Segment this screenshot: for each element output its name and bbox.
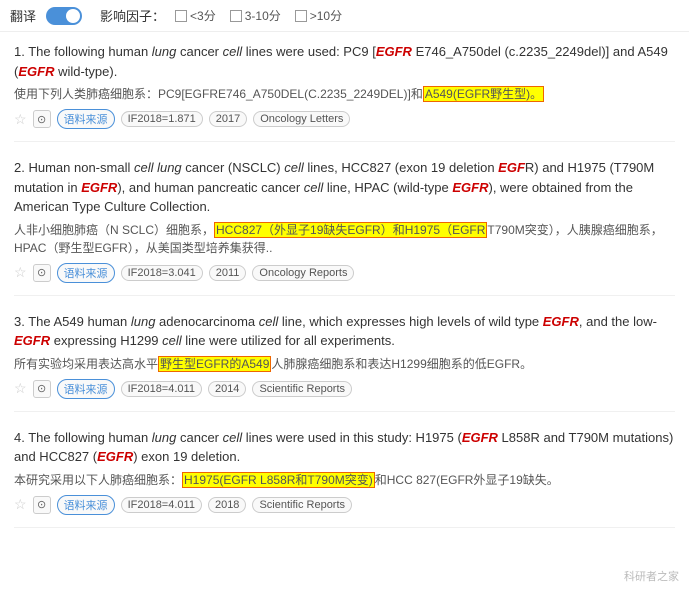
highlight-1: A549(EGFR野生型)。 [423,86,544,102]
result-1-number: 1. [14,44,28,59]
egfr-1a: EGFR [376,44,412,59]
result-1-meta: ☆ ⊙ 语料来源 IF2018=1.871 2017 Oncology Lett… [14,109,675,129]
if-filter-mid[interactable]: 3-10分 [230,7,281,24]
checkbox-mid[interactable] [230,10,242,22]
lung-4: lung [152,430,177,445]
year-tag-3: 2014 [208,381,246,397]
if-filter-group: <3分 3-10分 >10分 [175,7,342,24]
cell-lung-2: cell lung [134,160,182,175]
cell-2: cell [284,160,304,175]
cell-1: cell [223,44,243,59]
result-3-en: 3. The A549 human lung adenocarcinoma ce… [14,312,675,351]
result-1-en: 1. The following human lung cancer cell … [14,42,675,81]
if-tag-4: IF2018=4.011 [121,497,202,513]
result-2-en: 2. Human non-small cell lung cancer (NSC… [14,158,675,217]
cell-2b: cell [304,180,324,195]
cell-3: cell [259,314,279,329]
egfr-1b: EGFR [18,64,54,79]
source-tag-2[interactable]: 语料来源 [57,263,115,283]
cell-4: cell [223,430,243,445]
cell-3b: cell [162,333,182,348]
egfr-3b: EGFR [14,333,50,348]
if-label: 影响因子： [100,6,165,25]
result-3-number: 3. [14,314,28,329]
result-3-cn: 所有实验均采用表达高水平野生型EGFR的A549人肺腺癌细胞系和表达H1299细… [14,355,675,373]
lung-3: lung [131,314,156,329]
copy-btn-4[interactable]: ⊙ [33,496,51,514]
egfr-3a: EGFR [543,314,579,329]
highlight-2: HCC827（外显子19缺失EGFR）和H1975（EGFR [214,222,487,238]
result-3-meta: ☆ ⊙ 语料来源 IF2018=4.011 2014 Scientific Re… [14,379,675,399]
if-tag-3: IF2018=4.011 [121,381,202,397]
if-filter-high[interactable]: >10分 [295,7,342,24]
egfr-4a: EGFR [462,430,498,445]
egfr-2b: EGFR [81,180,117,195]
if-tag-2: IF2018=3.041 [121,265,203,281]
copy-btn-3[interactable]: ⊙ [33,380,51,398]
result-item-3: 3. The A549 human lung adenocarcinoma ce… [14,312,675,412]
checkbox-low[interactable] [175,10,187,22]
source-tag-1[interactable]: 语料来源 [57,109,115,129]
result-item-4: 4. The following human lung cancer cell … [14,428,675,528]
source-tag-3[interactable]: 语料来源 [57,379,115,399]
egfr-2a: EGF [498,160,525,175]
journal-tag-3: Scientific Reports [252,381,352,397]
copy-btn-2[interactable]: ⊙ [33,264,51,282]
star-2[interactable]: ☆ [14,264,27,281]
result-2-cn: 人非小细胞肺癌（N SCLC）细胞系，HCC827（外显子19缺失EGFR）和H… [14,221,675,257]
egfr-4b: EGFR [97,449,133,464]
results-container: 1. The following human lung cancer cell … [0,32,689,554]
year-tag-2: 2011 [209,265,247,281]
year-tag-1: 2017 [209,111,247,127]
star-3[interactable]: ☆ [14,380,27,397]
result-2-number: 2. [14,160,28,175]
result-1-cn: 使用下列人类肺癌细胞系：PC9[EGFRE746_A750DEL(C.2235_… [14,85,675,103]
journal-tag-4: Scientific Reports [252,497,352,513]
result-4-meta: ☆ ⊙ 语料来源 IF2018=4.011 2018 Scientific Re… [14,495,675,515]
if-tag-1: IF2018=1.871 [121,111,203,127]
star-4[interactable]: ☆ [14,496,27,513]
source-tag-4[interactable]: 语料来源 [57,495,115,515]
result-item-2: 2. Human non-small cell lung cancer (NSC… [14,158,675,296]
star-1[interactable]: ☆ [14,111,27,128]
result-4-cn: 本研究采用以下人肺癌细胞系：H1975(EGFR L858R和T790M突变)和… [14,471,675,489]
checkbox-high[interactable] [295,10,307,22]
highlight-4: H1975(EGFR L858R和T790M突变) [182,472,375,488]
egfr-2c: EGFR [452,180,488,195]
result-4-en: 4. The following human lung cancer cell … [14,428,675,467]
highlight-3: 野生型EGFR的A549 [158,356,271,372]
result-4-number: 4. [14,430,28,445]
translate-toggle[interactable] [46,7,82,25]
translate-label: 翻译 [10,6,36,25]
copy-btn-1[interactable]: ⊙ [33,110,51,128]
year-tag-4: 2018 [208,497,246,513]
result-2-meta: ☆ ⊙ 语料来源 IF2018=3.041 2011 Oncology Repo… [14,263,675,283]
result-item-1: 1. The following human lung cancer cell … [14,42,675,142]
if-filter-low[interactable]: <3分 [175,7,216,24]
top-bar: 翻译 影响因子： <3分 3-10分 >10分 [0,0,689,32]
journal-tag-1: Oncology Letters [253,111,350,127]
journal-tag-2: Oncology Reports [252,265,354,281]
watermark: 科研者之家 [624,568,679,584]
lung-1: lung [152,44,177,59]
